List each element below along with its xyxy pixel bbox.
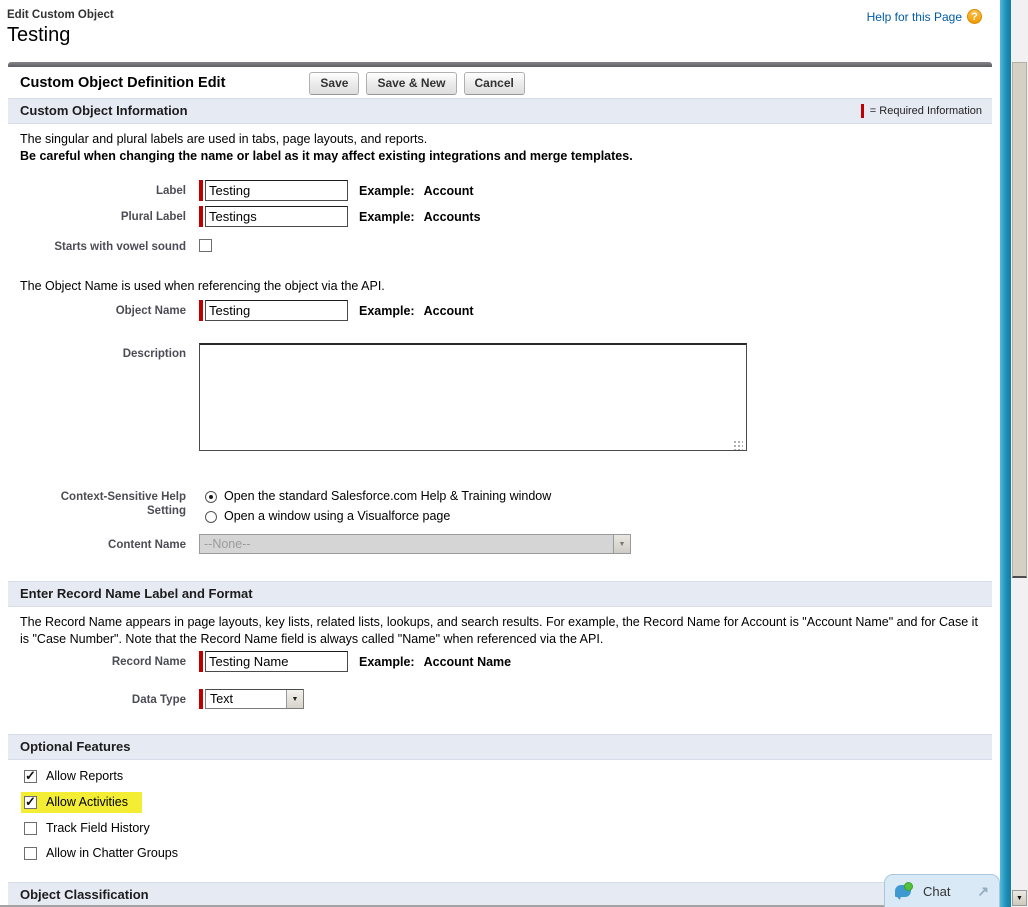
plural-label-field-label: Plural Label: [120, 211, 186, 223]
label-field-label: Label: [155, 185, 186, 197]
expand-arrow-icon[interactable]: ↗: [977, 883, 989, 900]
description-row: Description: [20, 343, 992, 456]
content-name-label: Content Name: [108, 539, 186, 551]
data-type-label: Data Type: [131, 694, 186, 706]
required-legend-text: = Required Information: [869, 105, 982, 117]
plural-label-input[interactable]: [205, 206, 348, 227]
vowel-sound-row: Starts with vowel sound: [20, 236, 992, 254]
resize-grip-icon[interactable]: [733, 440, 743, 450]
checkbox-row-track-field-history[interactable]: Track Field History: [24, 819, 992, 838]
help-setting-label: Context-Sensitive Help Setting: [60, 491, 186, 517]
section-title: Enter Record Name Label and Format: [20, 586, 253, 601]
content-name-select: --None-- ▼: [199, 534, 631, 554]
allow-in-chatter-groups-checkbox[interactable]: [24, 847, 37, 860]
chat-widget[interactable]: Chat ↗: [884, 874, 1000, 907]
required-marker-icon: [199, 180, 203, 201]
checkbox-row-allow-reports[interactable]: Allow Reports: [24, 767, 992, 786]
help-for-this-page[interactable]: Help for this Page ?: [867, 9, 982, 24]
help-link[interactable]: Help for this Page: [867, 10, 962, 24]
info-intro-line1: The singular and plural labels are used …: [20, 132, 428, 146]
save-button[interactable]: Save: [309, 71, 360, 95]
api-note: The Object Name is used when referencing…: [20, 279, 385, 293]
toolbar-buttons: Save Save & New Cancel: [309, 71, 531, 95]
page: Edit Custom Object Testing Help for this…: [0, 0, 1028, 907]
chevron-down-icon: ▼: [613, 535, 630, 553]
object-name-example: Example: Account: [359, 304, 474, 318]
label-input[interactable]: [205, 180, 348, 201]
object-name-row: Object Name Example:Account: [20, 300, 992, 321]
custom-object-edit-panel: Custom Object Definition Edit Save Save …: [8, 62, 992, 907]
record-name-label: Record Name: [111, 656, 186, 668]
section-body-record-name: The Record Name appears in page layouts,…: [8, 614, 992, 734]
vowel-sound-checkbox[interactable]: [199, 239, 212, 252]
track-field-history-checkbox[interactable]: [24, 822, 37, 835]
vertical-scrollbar[interactable]: ▼: [1011, 0, 1028, 907]
section-body-optional-features: Allow Reports Allow Activities Track Fie…: [8, 767, 992, 882]
toolbar: Custom Object Definition Edit Save Save …: [8, 67, 992, 98]
info-intro-line2: Be careful when changing the name or lab…: [20, 149, 633, 163]
section-title: Object Classification: [20, 887, 149, 902]
section-header-custom-object-information: Custom Object Information = Required Inf…: [8, 98, 992, 124]
page-header: Edit Custom Object Testing Help for this…: [0, 0, 1028, 62]
description-label: Description: [122, 348, 186, 360]
plural-label-row: Plural Label Example:Accounts: [20, 206, 992, 227]
chevron-down-icon: ▼: [286, 690, 303, 708]
scrollbar-thumb[interactable]: [1012, 62, 1027, 578]
save-and-new-button[interactable]: Save & New: [366, 71, 457, 95]
plural-label-example: Example: Accounts: [359, 210, 481, 224]
data-type-select[interactable]: Text ▼: [205, 689, 304, 709]
panel-title: Custom Object Definition Edit: [20, 75, 226, 91]
object-name-input[interactable]: [205, 300, 348, 321]
page-title: Testing: [7, 24, 71, 46]
allow-activities-checkbox[interactable]: [24, 794, 37, 810]
help-setting-row: Context-Sensitive Help Setting Open the …: [20, 486, 992, 528]
page-right-edge: [1000, 0, 1011, 907]
record-name-row: Record Name Example:Account Name: [20, 651, 992, 672]
help-setting-option-standard[interactable]: Open the standard Salesforce.com Help & …: [199, 488, 551, 505]
required-marker-icon: [199, 300, 203, 321]
section-header-object-classification: Object Classification: [8, 882, 992, 907]
section-title: Optional Features: [20, 739, 131, 754]
record-name-example: Example: Account Name: [359, 655, 512, 669]
required-info-legend: = Required Information: [860, 99, 982, 123]
description-textarea[interactable]: [199, 343, 747, 451]
section-body-custom-object-information: The singular and plural labels are used …: [8, 131, 992, 581]
chat-label: Chat: [923, 883, 951, 899]
section-title: Custom Object Information: [20, 103, 188, 118]
section-header-optional-features: Optional Features: [8, 734, 992, 760]
label-example: Example: Account: [359, 184, 474, 198]
required-marker-icon: [199, 689, 203, 709]
radio-icon[interactable]: [205, 490, 217, 503]
checkbox-row-allow-activities[interactable]: Allow Activities: [21, 792, 992, 813]
checkbox-row-allow-in-chatter-groups[interactable]: Allow in Chatter Groups: [24, 844, 992, 863]
question-mark-icon[interactable]: ?: [967, 9, 982, 24]
section-header-record-name: Enter Record Name Label and Format: [8, 581, 992, 607]
object-name-label: Object Name: [115, 305, 186, 317]
label-row: Label Example:Account: [20, 180, 992, 201]
required-marker-icon: [199, 651, 203, 672]
record-name-input[interactable]: [205, 651, 348, 672]
content-name-row: Content Name --None-- ▼: [20, 534, 992, 554]
scrollbar-down-button[interactable]: ▼: [1012, 890, 1027, 906]
required-marker-icon: [860, 104, 864, 118]
help-setting-option-visualforce[interactable]: Open a window using a Visualforce page: [199, 508, 551, 525]
record-name-intro: The Record Name appears in page layouts,…: [20, 615, 978, 646]
vowel-sound-label: Starts with vowel sound: [54, 241, 186, 253]
required-marker-icon: [199, 206, 203, 227]
allow-reports-checkbox[interactable]: [24, 768, 37, 784]
data-type-row: Data Type Text ▼: [20, 689, 992, 709]
chat-bubble-icon: [895, 882, 913, 900]
yellow-highlight: Allow Activities: [21, 792, 142, 813]
cancel-button[interactable]: Cancel: [463, 71, 525, 95]
radio-icon[interactable]: [205, 510, 217, 523]
